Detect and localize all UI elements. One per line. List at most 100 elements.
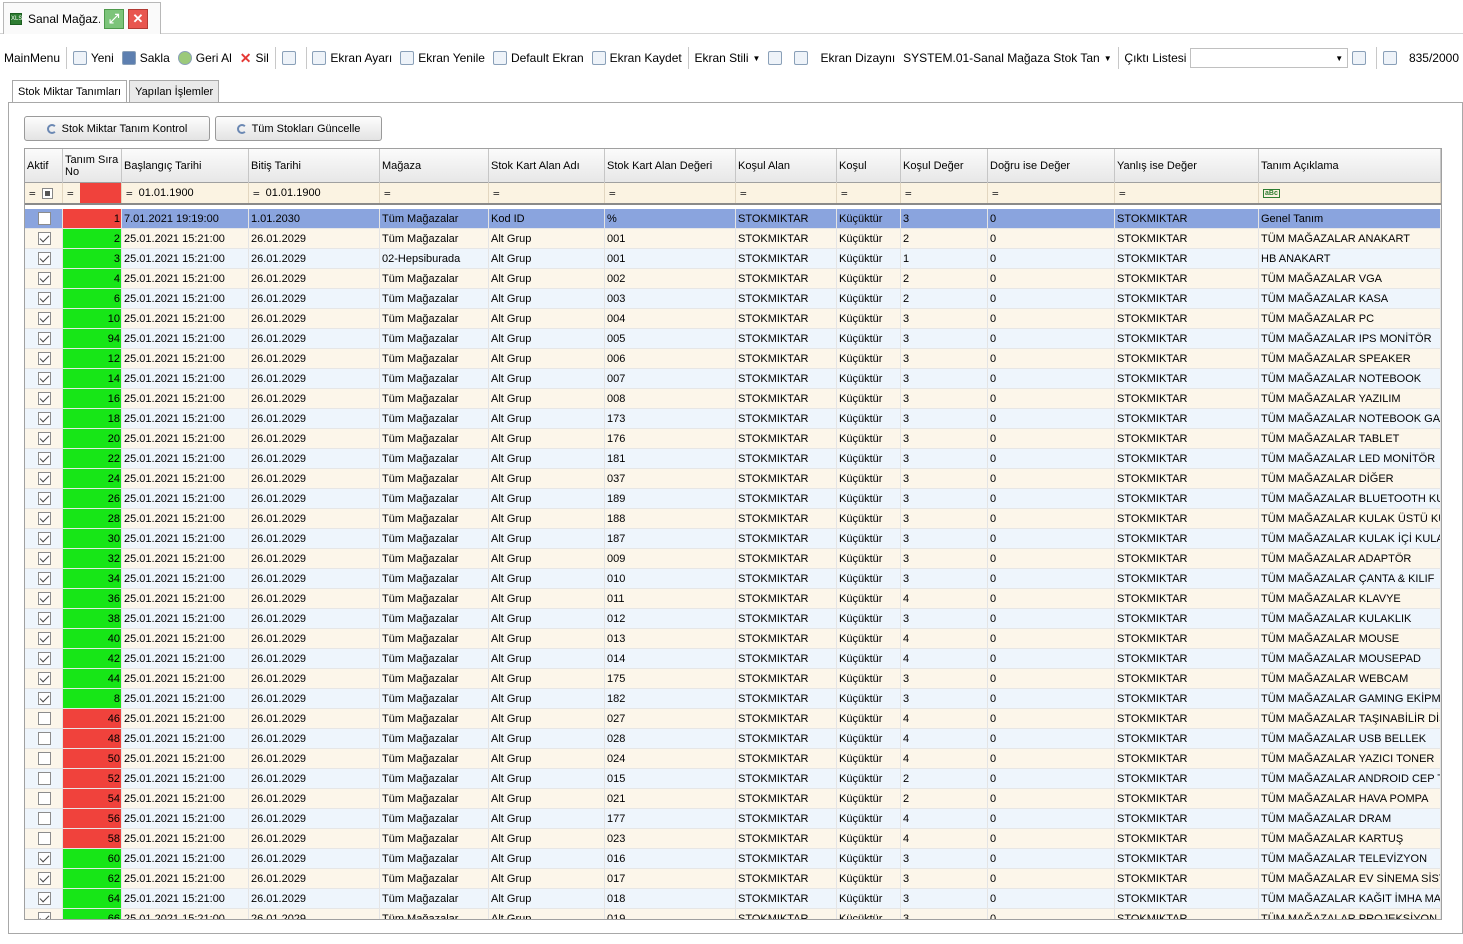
cell-start[interactable]: 25.01.2021 15:21:00	[122, 269, 249, 288]
cell-cond-val[interactable]: 4	[901, 709, 988, 728]
table-row[interactable]: 24 25.01.2021 15:21:00 26.01.2029 Tüm Mağaz…	[25, 469, 1441, 489]
cell-no[interactable]: 60	[63, 849, 122, 868]
cell-field[interactable]: Alt Grup	[489, 369, 605, 388]
column-header[interactable]: Koşul Değer	[901, 149, 988, 183]
cell-cond-field[interactable]: STOKMIKTAR	[736, 469, 837, 488]
cell-cond[interactable]: Küçüktür	[837, 869, 901, 888]
cell-value[interactable]: 014	[605, 649, 736, 668]
cell-desc[interactable]: TÜM MAĞAZALAR IPS MONİTÖR	[1259, 329, 1441, 348]
cell-no[interactable]: 56	[63, 809, 122, 828]
table-row[interactable]: 22 25.01.2021 15:21:00 26.01.2029 Tüm Mağaz…	[25, 449, 1441, 469]
active-cell[interactable]	[25, 249, 63, 268]
cell-value[interactable]: 182	[605, 689, 736, 708]
filter-cell[interactable]: =	[605, 183, 736, 203]
cell-value[interactable]: 007	[605, 369, 736, 388]
cell-start[interactable]: 25.01.2021 15:21:00	[122, 629, 249, 648]
cell-end[interactable]: 26.01.2029	[249, 349, 380, 368]
cell-value[interactable]: 002	[605, 269, 736, 288]
cell-cond-field[interactable]: STOKMIKTAR	[736, 729, 837, 748]
active-checkbox[interactable]	[38, 632, 51, 645]
cell-false-val[interactable]: STOKMIKTAR	[1115, 809, 1259, 828]
cell-start[interactable]: 25.01.2021 15:21:00	[122, 249, 249, 268]
cell-false-val[interactable]: STOKMIKTAR	[1115, 749, 1259, 768]
active-checkbox[interactable]	[38, 252, 51, 265]
cell-no[interactable]: 20	[63, 429, 122, 448]
active-cell[interactable]	[25, 909, 63, 919]
active-checkbox[interactable]	[38, 292, 51, 305]
cell-store[interactable]: Tüm Mağazalar	[380, 209, 489, 228]
column-header[interactable]: Koşul	[837, 149, 901, 183]
cell-cond[interactable]: Küçüktür	[837, 909, 901, 919]
table-row[interactable]: 8 25.01.2021 15:21:00 26.01.2029 Tüm Mağaza…	[25, 689, 1441, 709]
table-row[interactable]: 56 25.01.2021 15:21:00 26.01.2029 Tüm Mağaz…	[25, 809, 1441, 829]
cell-store[interactable]: Tüm Mağazalar	[380, 509, 489, 528]
undo-button[interactable]: Geri Al	[174, 46, 236, 70]
cell-store[interactable]: 02-Hepsiburada	[380, 249, 489, 268]
column-header[interactable]: Bitiş Tarihi	[249, 149, 380, 183]
cell-false-val[interactable]: STOKMIKTAR	[1115, 289, 1259, 308]
active-checkbox[interactable]	[38, 612, 51, 625]
cell-true-val[interactable]: 0	[988, 609, 1115, 628]
cell-no[interactable]: 3	[63, 249, 122, 268]
table-row[interactable]: 40 25.01.2021 15:21:00 26.01.2029 Tüm Mağaz…	[25, 629, 1441, 649]
cell-false-val[interactable]: STOKMIKTAR	[1115, 489, 1259, 508]
cell-value[interactable]: 008	[605, 389, 736, 408]
update-all-button[interactable]: Tüm Stokları Güncelle	[215, 116, 382, 141]
cell-start[interactable]: 25.01.2021 15:21:00	[122, 769, 249, 788]
cell-field[interactable]: Alt Grup	[489, 449, 605, 468]
cell-desc[interactable]: TÜM MAĞAZALAR VGA	[1259, 269, 1441, 288]
cell-false-val[interactable]: STOKMIKTAR	[1115, 449, 1259, 468]
cell-true-val[interactable]: 0	[988, 349, 1115, 368]
cell-cond-field[interactable]: STOKMIKTAR	[736, 249, 837, 268]
table-row[interactable]: 6 25.01.2021 15:21:00 26.01.2029 Tüm Mağaza…	[25, 289, 1441, 309]
cell-cond-val[interactable]: 3	[901, 329, 988, 348]
cell-value[interactable]: 001	[605, 249, 736, 268]
cell-cond-field[interactable]: STOKMIKTAR	[736, 649, 837, 668]
cell-start[interactable]: 25.01.2021 15:21:00	[122, 869, 249, 888]
cell-false-val[interactable]: STOKMIKTAR	[1115, 569, 1259, 588]
cell-true-val[interactable]: 0	[988, 809, 1115, 828]
cell-end[interactable]: 26.01.2029	[249, 509, 380, 528]
table-row[interactable]: 20 25.01.2021 15:21:00 26.01.2029 Tüm Mağaz…	[25, 429, 1441, 449]
cell-cond-val[interactable]: 2	[901, 269, 988, 288]
cell-start[interactable]: 25.01.2021 15:21:00	[122, 489, 249, 508]
cell-cond-field[interactable]: STOKMIKTAR	[736, 409, 837, 428]
cell-end[interactable]: 26.01.2029	[249, 909, 380, 919]
active-checkbox[interactable]	[38, 692, 51, 705]
cell-field[interactable]: Alt Grup	[489, 689, 605, 708]
table-row[interactable]: 58 25.01.2021 15:21:00 26.01.2029 Tüm Mağaz…	[25, 829, 1441, 849]
column-header[interactable]: Yanlış ise Değer	[1115, 149, 1259, 183]
cell-store[interactable]: Tüm Mağazalar	[380, 469, 489, 488]
cell-desc[interactable]: TÜM MAĞAZALAR KULAK ÜSTÜ KULAKL	[1259, 509, 1441, 528]
cell-cond-val[interactable]: 3	[901, 849, 988, 868]
cell-value[interactable]: 189	[605, 489, 736, 508]
table-row[interactable]: 16 25.01.2021 15:21:00 26.01.2029 Tüm Mağaz…	[25, 389, 1441, 409]
cell-start[interactable]: 25.01.2021 15:21:00	[122, 909, 249, 919]
cell-start[interactable]: 25.01.2021 15:21:00	[122, 889, 249, 908]
cell-cond-field[interactable]: STOKMIKTAR	[736, 669, 837, 688]
active-cell[interactable]	[25, 849, 63, 868]
cell-cond-val[interactable]: 3	[901, 609, 988, 628]
active-checkbox[interactable]	[38, 212, 51, 225]
active-cell[interactable]	[25, 869, 63, 888]
cell-true-val[interactable]: 0	[988, 369, 1115, 388]
table-row[interactable]: 62 25.01.2021 15:21:00 26.01.2029 Tüm Mağaz…	[25, 869, 1441, 889]
cell-no[interactable]: 50	[63, 749, 122, 768]
cell-no[interactable]: 6	[63, 289, 122, 308]
cell-true-val[interactable]: 0	[988, 249, 1115, 268]
cell-end[interactable]: 26.01.2029	[249, 549, 380, 568]
cell-false-val[interactable]: STOKMIKTAR	[1115, 789, 1259, 808]
cell-end[interactable]: 26.01.2029	[249, 469, 380, 488]
cell-true-val[interactable]: 0	[988, 549, 1115, 568]
cell-true-val[interactable]: 0	[988, 389, 1115, 408]
filter-checkbox-icon[interactable]	[41, 187, 53, 199]
cell-end[interactable]: 26.01.2029	[249, 429, 380, 448]
cell-store[interactable]: Tüm Mağazalar	[380, 589, 489, 608]
table-row[interactable]: 52 25.01.2021 15:21:00 26.01.2029 Tüm Mağaz…	[25, 769, 1441, 789]
cell-field[interactable]: Alt Grup	[489, 309, 605, 328]
cell-cond-field[interactable]: STOKMIKTAR	[736, 829, 837, 848]
cell-desc[interactable]: TÜM MAĞAZALAR EV SİNEMA SİSTEM	[1259, 869, 1441, 888]
cell-no[interactable]: 2	[63, 229, 122, 248]
cell-desc[interactable]: TÜM MAĞAZALAR PC	[1259, 309, 1441, 328]
column-header[interactable]: Tanım Sıra No	[63, 149, 122, 183]
